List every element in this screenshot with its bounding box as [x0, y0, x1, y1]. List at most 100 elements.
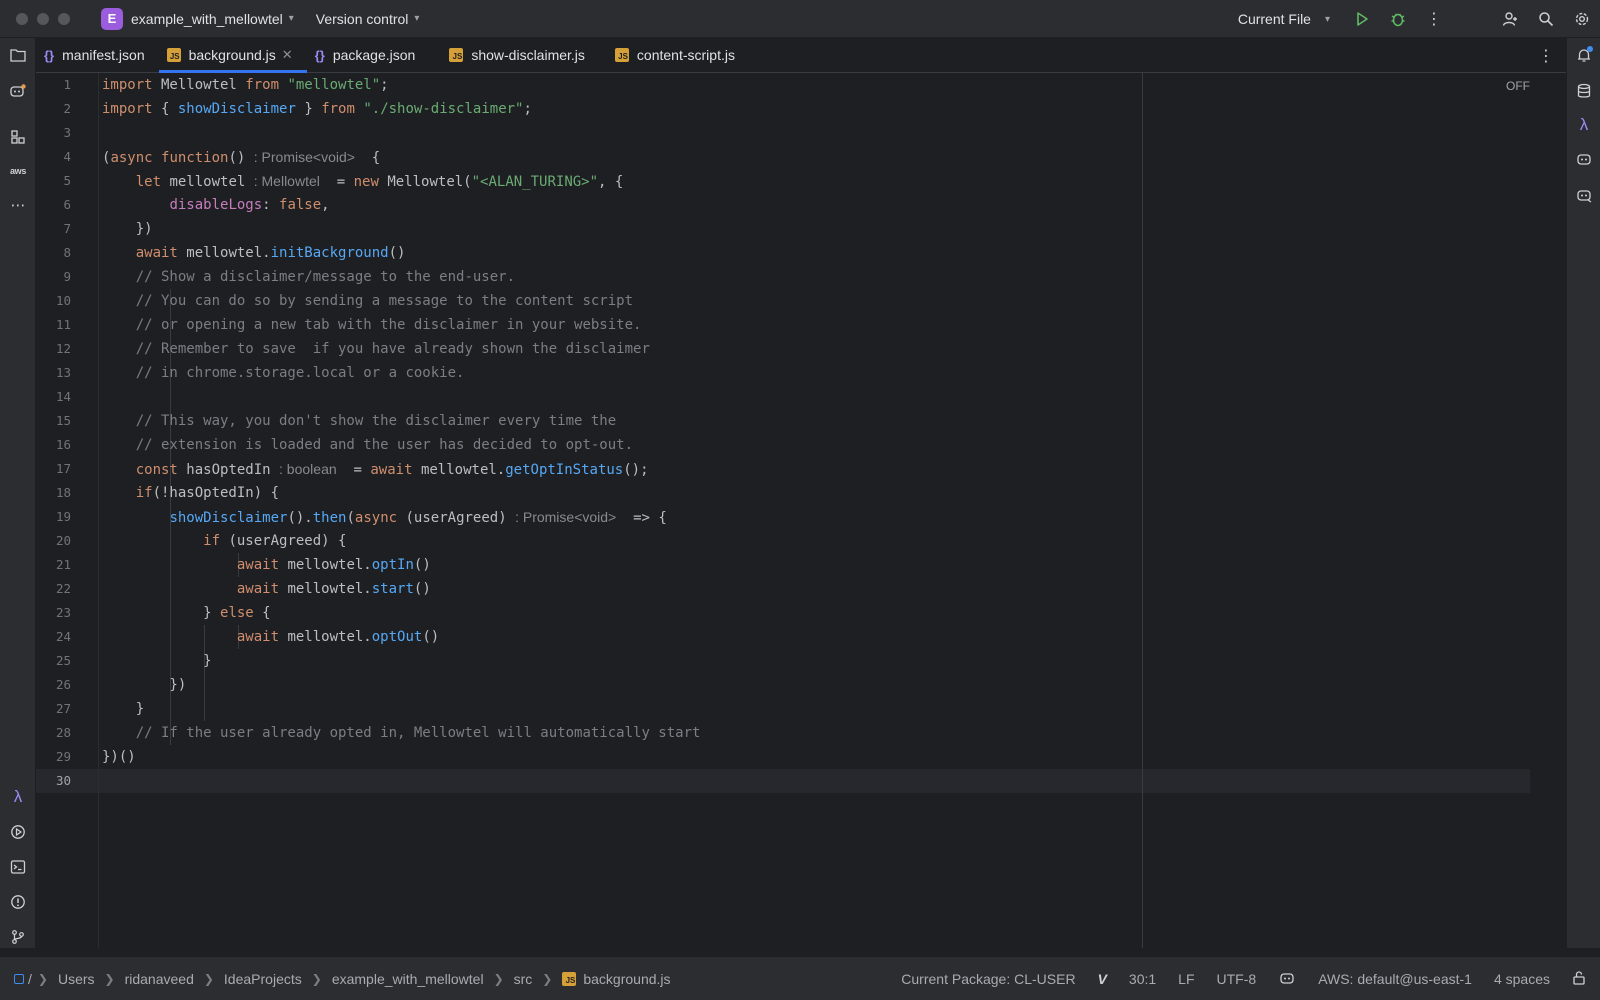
- breadcrumb-item[interactable]: Users: [58, 971, 95, 987]
- line-number: 1: [63, 77, 71, 92]
- tab-package-json[interactable]: {} package.json: [307, 38, 430, 72]
- structure-icon[interactable]: [0, 122, 36, 152]
- git-branch-icon[interactable]: [0, 922, 36, 952]
- code-line: let mellowtel : Mellowtel = new Mellowte…: [135, 173, 624, 190]
- breadcrumb-item[interactable]: src: [514, 971, 533, 987]
- js-file-icon: JS: [614, 48, 629, 62]
- aws-profile-widget[interactable]: AWS: default@us-east-1: [1318, 971, 1472, 987]
- code-line: }): [102, 221, 153, 237]
- line-number: 11: [55, 317, 71, 332]
- line-number: 26: [55, 677, 71, 692]
- code-line: } else {: [102, 605, 271, 621]
- breadcrumb-item[interactable]: background.js: [583, 971, 670, 987]
- close-window-button[interactable]: [16, 12, 28, 25]
- chevron-right-icon: ❯: [542, 971, 553, 986]
- json-file-icon: {}: [44, 47, 55, 63]
- code-comment: // If the user already opted in, Mellowt…: [135, 725, 701, 741]
- code-line: const hasOptedIn : boolean = await mello…: [135, 461, 649, 478]
- line-number: 24: [55, 629, 71, 644]
- tab-label: package.json: [332, 47, 416, 63]
- lock-icon[interactable]: [1572, 970, 1586, 989]
- terminal-icon[interactable]: [0, 852, 36, 882]
- breadcrumb-item[interactable]: IdeaProjects: [224, 971, 302, 987]
- tab-show-disclaimer-js[interactable]: JS show-disclaimer.js: [429, 38, 599, 72]
- chevron-right-icon: ❯: [493, 971, 504, 986]
- chevron-right-icon: ❯: [203, 971, 214, 986]
- line-number: 17: [55, 461, 71, 476]
- project-selector[interactable]: example_with_mellowtel: [131, 11, 283, 27]
- line-separator-widget[interactable]: LF: [1178, 971, 1194, 987]
- tab-label: show-disclaimer.js: [471, 47, 585, 63]
- code-line: import { showDisclaimer } from "./show-d…: [102, 101, 532, 117]
- code-comment: // Show a disclaimer/message to the end-…: [135, 269, 516, 285]
- tab-actions-icon[interactable]: ⋮: [1538, 46, 1554, 66]
- line-number: 8: [63, 245, 71, 260]
- breadcrumb-item[interactable]: /: [28, 971, 32, 987]
- version-control-menu[interactable]: Version control: [316, 11, 409, 27]
- run-icon[interactable]: [1344, 0, 1380, 38]
- code-comment: // Remember to save if you have already …: [135, 341, 650, 357]
- js-file-icon: JS: [449, 48, 464, 62]
- breadcrumb-item[interactable]: example_with_mellowtel: [332, 971, 484, 987]
- line-number: 16: [55, 437, 71, 452]
- code-line: }: [102, 653, 212, 669]
- vim-mode-icon[interactable]: V: [1098, 971, 1107, 987]
- add-user-icon[interactable]: [1492, 0, 1528, 38]
- line-number: 18: [55, 485, 71, 500]
- minimize-window-button[interactable]: [37, 12, 49, 25]
- right-margin-guide: [1142, 73, 1143, 948]
- tab-background-js[interactable]: JS background.js ✕: [158, 38, 307, 73]
- zoom-window-button[interactable]: [58, 12, 70, 25]
- cursor-position-widget[interactable]: 30:1: [1129, 971, 1156, 987]
- indent-widget[interactable]: 4 spaces: [1494, 971, 1550, 987]
- code-editor[interactable]: OFF 1 2 3 4 5 6 7 8 9 10 11 12 13 14 15 …: [36, 73, 1566, 948]
- run-configuration-selector[interactable]: Current File: [1238, 11, 1311, 27]
- notifications-bell-icon[interactable]: [1567, 40, 1600, 70]
- current-package-widget[interactable]: Current Package: CL-USER: [901, 971, 1075, 987]
- chevron-down-icon[interactable]: ▾: [414, 13, 419, 24]
- code-comment: // or opening a new tab with the disclai…: [135, 317, 642, 333]
- line-number: 29: [55, 749, 71, 764]
- services-icon[interactable]: [0, 817, 36, 847]
- tab-label: background.js: [188, 47, 276, 63]
- debug-icon[interactable]: [1380, 0, 1416, 38]
- more-actions-icon[interactable]: ⋮: [1416, 0, 1452, 38]
- code-line: await mellowtel.initBackground(): [135, 245, 406, 261]
- code-line: (async function() : Promise<void> {: [102, 149, 381, 166]
- project-folder-icon[interactable]: [0, 40, 36, 70]
- line-number: 12: [55, 341, 71, 356]
- chevron-down-icon[interactable]: ▾: [1325, 14, 1330, 25]
- tab-manifest-json[interactable]: {} manifest.json: [36, 38, 159, 72]
- lambda-icon[interactable]: λ: [0, 782, 36, 812]
- code-line: showDisclaimer().then(async (userAgreed)…: [169, 509, 667, 526]
- chevron-down-icon[interactable]: ▾: [289, 13, 294, 24]
- tab-content-script-js[interactable]: JS content-script.js: [599, 38, 749, 72]
- code-comment: // This way, you don't show the disclaim…: [135, 413, 617, 429]
- editor-tab-bar: {} manifest.json JS background.js ✕ {} p…: [36, 38, 1566, 73]
- breadcrumb-item[interactable]: ridanaveed: [125, 971, 194, 987]
- close-tab-icon[interactable]: ✕: [282, 47, 293, 63]
- search-icon[interactable]: [1528, 0, 1564, 38]
- tab-label: content-script.js: [636, 47, 735, 63]
- code-comment: // extension is loaded and the user has …: [135, 437, 634, 453]
- copilot-icon[interactable]: [1567, 144, 1600, 174]
- lambda-icon[interactable]: λ: [1567, 110, 1600, 140]
- code-line: })(): [102, 749, 136, 765]
- settings-gear-icon[interactable]: [1564, 0, 1600, 38]
- aws-icon[interactable]: aws: [0, 156, 36, 186]
- current-line-highlight: [36, 769, 1530, 793]
- problems-icon[interactable]: [0, 887, 36, 917]
- line-number: 2: [63, 101, 71, 116]
- encoding-widget[interactable]: UTF-8: [1217, 971, 1257, 987]
- line-number: 15: [55, 413, 71, 428]
- type-hint: : Mellowtel: [253, 173, 320, 189]
- copilot-status-icon[interactable]: [1278, 970, 1296, 989]
- copilot-chat-icon[interactable]: [1567, 180, 1600, 210]
- code-line: await mellowtel.start(): [236, 581, 431, 597]
- more-tool-windows-icon[interactable]: ⋯: [0, 190, 36, 220]
- readonly-toggle[interactable]: OFF: [1506, 79, 1530, 93]
- line-number: 9: [63, 269, 71, 284]
- ai-assistant-icon[interactable]: [0, 76, 36, 106]
- project-badge[interactable]: E: [101, 7, 123, 30]
- database-icon[interactable]: [1567, 76, 1600, 106]
